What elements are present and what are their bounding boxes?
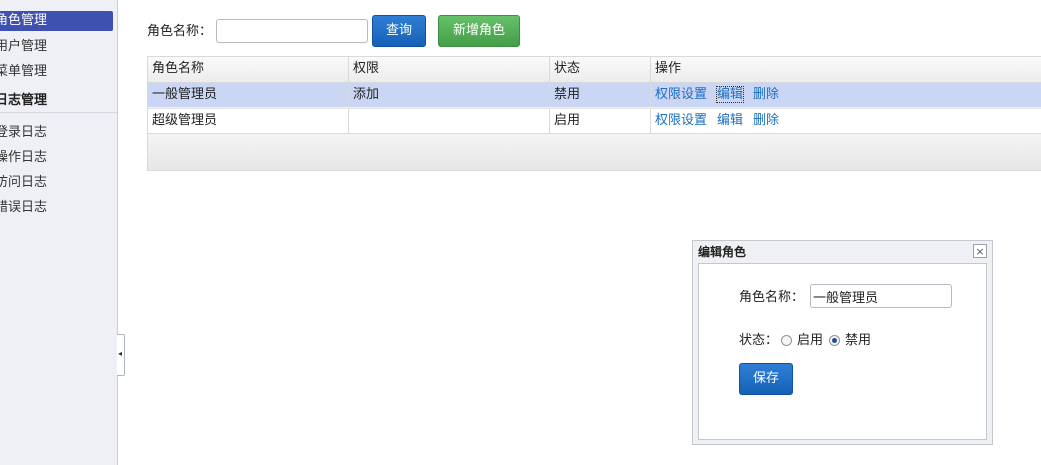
table-pagination-bar <box>148 134 1041 170</box>
status-enabled-radio[interactable] <box>781 335 792 346</box>
cell-permission <box>349 109 550 133</box>
edit-link[interactable]: 编辑 <box>717 113 743 128</box>
cell-actions: 权限设置 编辑 删除 <box>651 109 1041 133</box>
collapse-arrow-icon: ◂ <box>118 349 123 358</box>
add-role-button[interactable]: 新增角色 <box>438 15 520 47</box>
sidebar-item-login-log[interactable]: 登录日志 <box>0 123 113 143</box>
column-header-actions: 操作 <box>655 61 682 76</box>
status-disabled-radio[interactable] <box>829 335 840 346</box>
column-header-role-name[interactable]: 角色名称 <box>148 57 349 82</box>
sidebar-item-access-log[interactable]: 访问日志 <box>0 173 113 193</box>
cell-permission: 添加 <box>349 83 550 107</box>
status-enabled-label[interactable]: 启用 <box>797 329 823 348</box>
status-label: 状态： <box>739 333 779 348</box>
delete-link[interactable]: 删除 <box>753 87 779 102</box>
sidebar-section-log-management[interactable]: 日志管理 <box>0 90 117 113</box>
delete-link[interactable]: 删除 <box>753 113 779 128</box>
cell-actions: 权限设置 编辑 删除 <box>651 83 1041 107</box>
query-button[interactable]: 查询 <box>372 15 426 47</box>
table-row[interactable]: 一般管理员 添加 禁用 权限设置 编辑 删除 <box>148 83 1041 107</box>
permission-settings-link[interactable]: 权限设置 <box>655 113 707 128</box>
sidebar-item-menu-management[interactable]: 菜单管理 <box>0 62 113 82</box>
cell-status: 禁用 <box>550 83 651 107</box>
edit-role-dialog: 编辑角色 × 角色名称： 状态： 启用 禁用 保存 <box>692 240 993 445</box>
edit-link[interactable]: 编辑 <box>716 86 745 103</box>
role-name-label: 角色名称： <box>739 290 805 305</box>
sidebar-collapse-handle[interactable]: ◂ <box>117 334 125 376</box>
sidebar-item-operation-log[interactable]: 操作日志 <box>0 148 113 168</box>
role-table: 角色名称 权限 状态 操作 一般管理员 添加 禁用 权限设置 编辑 删除 超级管理员… <box>147 56 1041 171</box>
role-name-search-label: 角色名称： <box>147 24 213 39</box>
cell-role-name: 超级管理员 <box>148 109 349 133</box>
table-row[interactable]: 超级管理员 启用 权限设置 编辑 删除 <box>148 108 1041 134</box>
sidebar-item-error-log[interactable]: 错误日志 <box>0 198 113 218</box>
sidebar-item-role-management[interactable]: 角色管理 <box>0 11 113 31</box>
status-disabled-label[interactable]: 禁用 <box>845 329 871 348</box>
close-icon[interactable]: × <box>973 244 987 258</box>
sidebar-item-user-management[interactable]: 用户管理 <box>0 37 113 57</box>
cell-status: 启用 <box>550 109 651 133</box>
table-header-row: 角色名称 权限 状态 操作 <box>148 57 1041 83</box>
column-header-permission[interactable]: 权限 <box>349 57 550 82</box>
role-name-field[interactable] <box>810 284 952 308</box>
permission-settings-link[interactable]: 权限设置 <box>655 87 707 102</box>
role-name-search-input[interactable] <box>216 19 368 43</box>
column-header-status[interactable]: 状态 <box>550 57 651 82</box>
cell-role-name: 一般管理员 <box>148 83 349 107</box>
sidebar: 角色管理 用户管理 菜单管理 日志管理 登录日志 操作日志 访问日志 错误日志 <box>0 0 118 465</box>
dialog-body: 角色名称： 状态： 启用 禁用 保存 <box>698 263 987 440</box>
dialog-title: 编辑角色 <box>698 245 747 259</box>
save-button[interactable]: 保存 <box>739 363 793 395</box>
